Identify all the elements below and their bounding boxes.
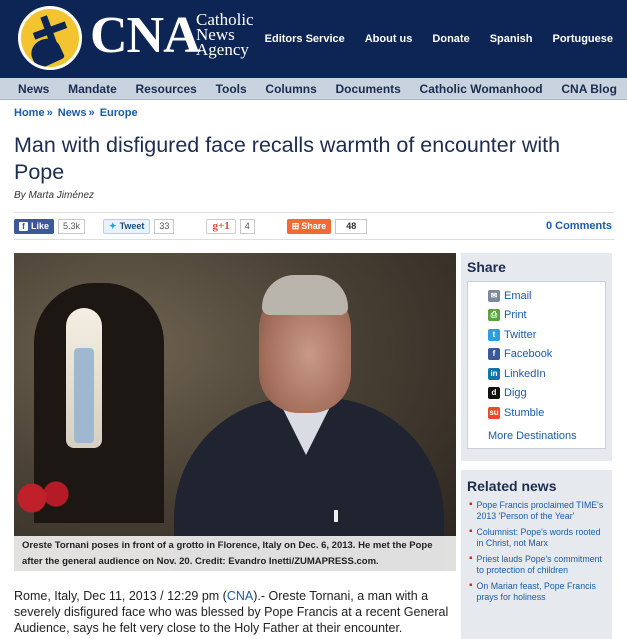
related-news-panel: Related news ▪ Pope Francis proclaimed TI… — [461, 470, 612, 639]
breadcrumb: Home» News» Europe — [14, 107, 138, 119]
share-item-stumble[interactable]: su Stumble — [488, 403, 605, 423]
share-count: 48 — [335, 218, 368, 234]
nav-item-mandate[interactable]: Mandate — [68, 82, 117, 96]
photo-caption: Oreste Tornani poses in front of a grott… — [14, 536, 456, 571]
cna-link[interactable]: CNA — [227, 589, 253, 603]
social-bar: f Like 5.3k ✦ Tweet 33 g +1 4 ⊞ Share 48 0 C… — [14, 212, 614, 240]
related-news-title: Related news — [467, 478, 557, 494]
cna-logo-icon[interactable] — [18, 6, 82, 70]
top-link-donate[interactable]: Donate — [432, 33, 469, 45]
top-nav: Editors Service About us Donate Spanish … — [265, 33, 613, 45]
gplus-count: 4 — [239, 218, 255, 234]
breadcrumb-news[interactable]: News — [58, 107, 87, 119]
share-item-facebook[interactable]: f Facebook — [488, 345, 605, 365]
main-nav: News Mandate Resources Tools Columns Doc… — [0, 78, 627, 100]
logo-subtitle: Catholic News Agency — [196, 10, 254, 59]
facebook-icon: f — [488, 348, 500, 361]
twitter-icon: ✦ — [109, 220, 117, 231]
article-title: Man with disfigured face recalls warmth … — [14, 133, 561, 184]
share-item-email[interactable]: ✉ Email — [488, 286, 605, 306]
gplus-button[interactable]: g +1 — [206, 218, 236, 234]
comments-link[interactable]: 0 Comments — [546, 220, 612, 232]
related-item[interactable]: ▪ Pope Francis proclaimed TIME's 2013 'Pe… — [467, 499, 606, 521]
share-item-print[interactable]: ⎙ Print — [488, 306, 605, 326]
like-count: 5.3k — [58, 218, 86, 234]
site-header: CNA Catholic News Agency Editors Service… — [0, 0, 627, 78]
nav-item-documents[interactable]: Documents — [335, 82, 400, 96]
stumbleupon-icon: su — [488, 406, 500, 419]
more-destinations-link[interactable]: More Destinations — [488, 430, 577, 442]
facebook-icon: f — [19, 221, 28, 231]
plus-icon: ⊞ — [291, 220, 300, 231]
related-item[interactable]: ▪ Priest lauds Pope's commitment to prote… — [467, 553, 606, 575]
twitter-icon: t — [488, 328, 500, 341]
top-link-about-us[interactable]: About us — [365, 33, 413, 45]
bullet-icon: ▪ — [469, 553, 473, 564]
breadcrumb-europe[interactable]: Europe — [100, 107, 138, 119]
share-title: Share — [467, 259, 506, 275]
nav-item-catholic-womanhood[interactable]: Catholic Womanhood — [420, 82, 543, 96]
top-link-editors-service[interactable]: Editors Service — [265, 33, 345, 45]
article-byline: By Marta Jiménez — [14, 190, 95, 201]
email-icon: ✉ — [488, 289, 500, 302]
nav-item-cna-blog[interactable]: CNA Blog — [561, 82, 617, 96]
share-list: ✉ Email ⎙ Print t Twitter f Facebook in Linke… — [467, 281, 606, 449]
share-button[interactable]: ⊞ Share — [286, 218, 332, 234]
article-body: Rome, Italy, Dec 11, 2013 / 12:29 pm (CN… — [14, 588, 456, 636]
nav-item-columns[interactable]: Columns — [265, 82, 316, 96]
logo-text[interactable]: CNA — [90, 8, 201, 64]
article-photo — [14, 253, 456, 571]
nav-item-tools[interactable]: Tools — [216, 82, 247, 96]
bullet-icon: ▪ — [469, 499, 473, 510]
related-item[interactable]: ▪ Columnist: Pope's words rooted in Chris… — [467, 526, 606, 548]
bullet-icon: ▪ — [469, 526, 473, 537]
nav-item-news[interactable]: News — [18, 82, 49, 96]
top-link-portuguese[interactable]: Portuguese — [552, 33, 613, 45]
tweet-button[interactable]: ✦ Tweet — [103, 218, 151, 234]
share-item-digg[interactable]: d Digg — [488, 384, 605, 404]
body-dateline: Rome, Italy, Dec 11, 2013 / 12:29 pm ( — [14, 589, 227, 603]
bullet-icon: ▪ — [469, 580, 473, 591]
digg-icon: d — [488, 387, 500, 400]
share-item-twitter[interactable]: t Twitter — [488, 325, 605, 345]
top-link-spanish[interactable]: Spanish — [490, 33, 533, 45]
nav-item-resources[interactable]: Resources — [135, 82, 196, 96]
print-icon: ⎙ — [488, 309, 500, 322]
linkedin-icon: in — [488, 367, 500, 380]
breadcrumb-home[interactable]: Home — [14, 107, 45, 119]
related-item[interactable]: ▪ On Marian feast, Pope Francis prays for… — [467, 580, 606, 602]
facebook-like-button[interactable]: f Like — [14, 218, 55, 234]
share-panel: Share ✉ Email ⎙ Print t Twitter f Facebook i… — [461, 253, 612, 461]
share-item-linkedin[interactable]: in LinkedIn — [488, 364, 605, 384]
tweet-count: 33 — [154, 218, 175, 234]
